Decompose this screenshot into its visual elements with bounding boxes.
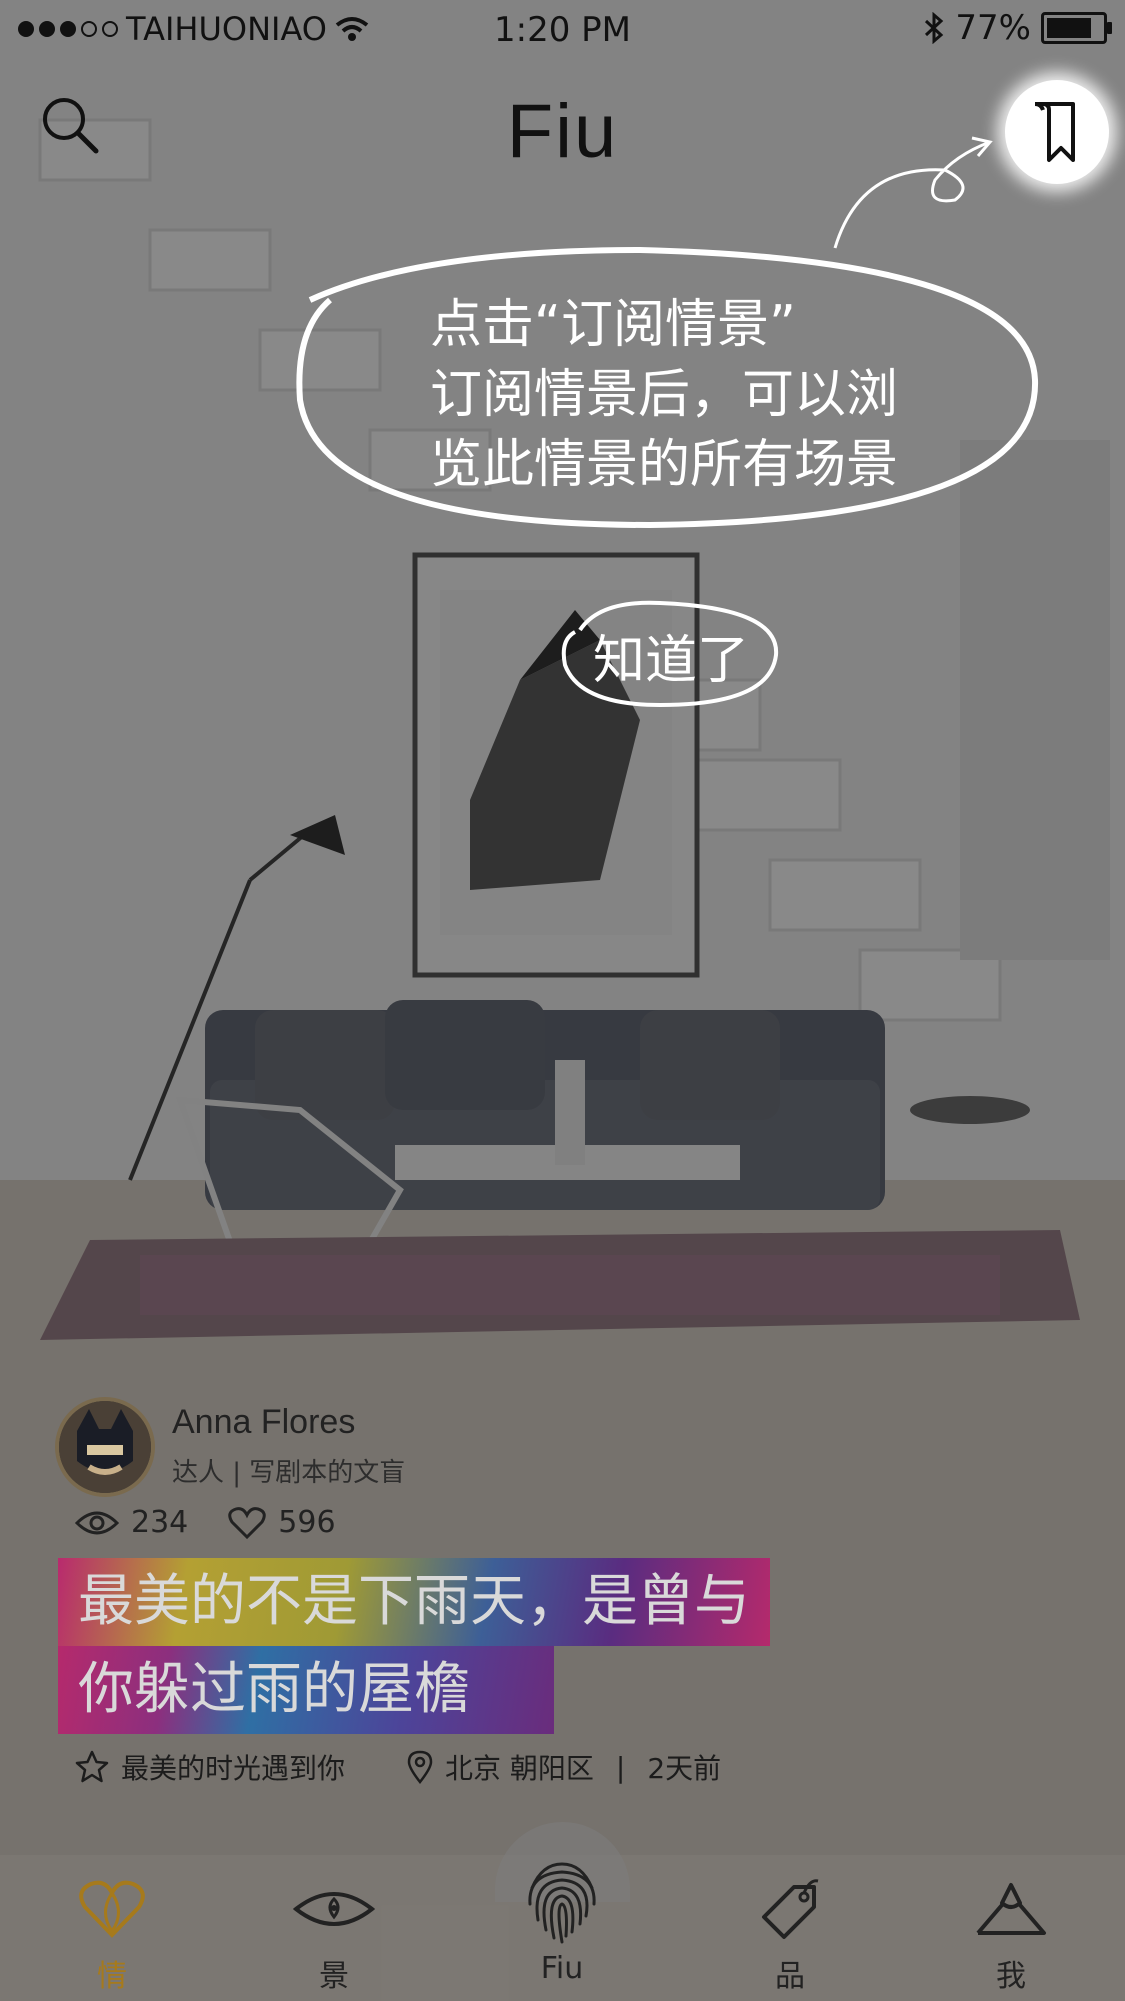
avatar[interactable] xyxy=(55,1397,155,1497)
star-icon xyxy=(75,1750,109,1783)
app-logo: Fiu xyxy=(506,89,619,174)
scene-name: 最美的时光遇到你 xyxy=(121,1752,346,1785)
tab-fiu[interactable]: Fiu xyxy=(497,1855,627,2001)
battery-icon xyxy=(1041,12,1112,44)
tag-icon xyxy=(762,1879,819,1939)
hint-line-2: 览此情景的所有场景 xyxy=(430,435,899,495)
avatar-image xyxy=(59,1401,151,1493)
tab-qing-label: 情 xyxy=(97,1959,127,1994)
heart-outline-icon xyxy=(228,1506,267,1539)
tab-pin-label: 品 xyxy=(775,1959,805,1994)
tab-qing[interactable]: 情 xyxy=(47,1855,177,2001)
hint-line-1: 订阅情景后，可以浏 xyxy=(430,365,899,425)
views-stat: 234 xyxy=(75,1505,188,1540)
eye-icon xyxy=(293,1892,375,1926)
author-tags: 达人 | 写剧本的文盲 xyxy=(172,1458,406,1488)
post-meta: 最美的时光遇到你 北京 朝阳区 | 2天前 xyxy=(75,1747,721,1787)
author-name[interactable]: Anna Flores xyxy=(172,1403,355,1442)
eye-icon xyxy=(75,1511,119,1534)
time-ago: 2天前 xyxy=(647,1752,722,1785)
subscribe-scene-button[interactable] xyxy=(1005,80,1109,184)
screen: TAIHUONIAO 1:20 PM 77% Fiu 点击“订阅情景” 订阅情景… xyxy=(0,0,1125,2001)
tab-bar: 情 景 Fiu 品 我 xyxy=(0,1855,1125,2001)
location-text: 北京 朝阳区 xyxy=(445,1752,594,1785)
status-bar: TAIHUONIAO 1:20 PM 77% xyxy=(0,0,1125,60)
post-title-line-1: 最美的不是下雨天，是曾与 xyxy=(58,1558,770,1646)
got-it-button[interactable]: 知道了 xyxy=(568,605,774,705)
location-info: 北京 朝阳区 xyxy=(407,1747,594,1787)
views-count: 234 xyxy=(131,1505,189,1540)
meta-divider: | xyxy=(615,1750,626,1784)
fingerprint-icon xyxy=(528,1862,596,1944)
bluetooth-icon xyxy=(925,12,944,44)
bookmark-icon xyxy=(1034,102,1075,162)
tab-jing-label: 景 xyxy=(319,1959,349,1994)
scene-link[interactable]: 最美的时光遇到你 xyxy=(75,1747,345,1787)
location-pin-icon xyxy=(407,1750,433,1784)
tab-jing[interactable]: 景 xyxy=(269,1855,399,2001)
tab-wo[interactable]: 我 xyxy=(946,1855,1076,2001)
tab-fiu-label: Fiu xyxy=(540,1951,584,1986)
hint-message: 点击“订阅情景” 订阅情景后，可以浏 览此情景的所有场景 xyxy=(430,290,930,500)
hint-title: 点击“订阅情景” xyxy=(430,295,796,355)
post-title[interactable]: 最美的不是下雨天，是曾与 你躲过雨的屋檐 xyxy=(58,1558,770,1734)
tab-pin[interactable]: 品 xyxy=(725,1855,855,2001)
tab-wo-label: 我 xyxy=(996,1959,1026,1994)
likes-stat[interactable]: 596 xyxy=(228,1505,336,1540)
heart-icon xyxy=(79,1880,145,1938)
person-icon xyxy=(976,1883,1046,1935)
battery-info: 77% xyxy=(923,8,1112,48)
post-title-line-2: 你躲过雨的屋檐 xyxy=(58,1646,554,1734)
likes-count: 596 xyxy=(278,1505,336,1540)
battery-percent: 77% xyxy=(955,8,1031,48)
post-stats: 234 596 xyxy=(75,1505,376,1540)
